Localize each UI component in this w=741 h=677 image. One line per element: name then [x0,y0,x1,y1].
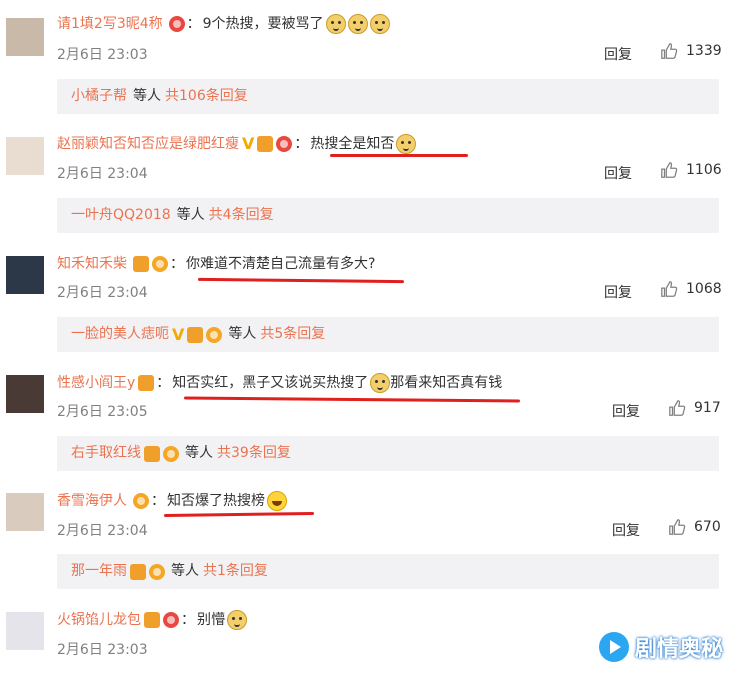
badge-icon [168,16,185,32]
like-count: 1068 [686,281,722,297]
play-logo-icon [598,632,629,662]
sub-reply-user[interactable]: 右手取红线 [71,436,141,471]
avatar[interactable] [6,18,44,56]
doge-emoji-icon [347,14,368,34]
thumbs-up-icon [661,162,678,178]
badge-icon [149,563,165,580]
sub-replies[interactable]: 一叶舟QQ2018 等人 共4条回复 [57,198,719,233]
fan-badge-icon [257,136,274,152]
like-count: 917 [694,400,721,416]
comment-text: 别懵 [197,612,225,628]
sub-reply-user[interactable]: 小橘子帮 [71,79,127,114]
like-count: 1339 [686,43,722,59]
watermark-text: 剧情奥秘 [634,637,723,662]
fan-badge-icon [130,563,146,580]
comment-text: 9个热搜，要被骂了 [202,16,324,32]
comment-time: 2月6日 23:04 [57,166,148,182]
thumbs-up-icon [669,400,686,416]
avatar[interactable] [6,375,44,413]
sub-reply-user[interactable]: 那一年雨 [71,554,127,589]
like-button[interactable]: 1068 [660,280,722,298]
reply-button[interactable]: 回复 [604,163,632,183]
sub-reply-count[interactable]: 共4条回复 [209,198,274,233]
fan-badge-icon [138,375,155,391]
badge-icon [152,256,168,272]
thumbs-up-icon [669,519,686,535]
fan-badge-icon [133,256,149,272]
sub-reply-user[interactable]: 一叶舟QQ2018 [71,198,171,233]
comment-username[interactable]: 赵丽颖知否知否应是绿肥红瘦 [57,134,239,154]
laughing-emoji-icon [267,491,287,511]
fan-badge-icon [144,612,160,628]
like-button[interactable]: 1106 [660,161,722,179]
thumbs-up-icon [661,281,678,297]
comment-time: 2月6日 23:03 [57,642,148,658]
vip-icon: V [242,134,255,153]
badge-icon [133,493,149,509]
comment-text: 热搜全是知否 [310,136,395,152]
comment-text: 知否爆了热搜榜 [167,493,265,509]
watermark-logo: 剧情奥秘 [598,631,723,663]
comment-username[interactable]: 性感小阎王y [57,373,135,393]
sub-replies[interactable]: 那一年雨 等人 共1条回复 [57,554,719,589]
thumbs-up-icon [661,43,678,59]
doge-emoji-icon [227,610,247,630]
avatar[interactable] [6,256,44,294]
badge-icon [276,136,293,152]
comment-text: 知否实红，黑子又该说买热搜了 [172,375,369,391]
comment-username[interactable]: 香雪海伊人 [57,491,127,511]
fan-badge-icon [187,326,204,343]
comment-time: 2月6日 23:05 [57,404,148,420]
sub-reply-count[interactable]: 共1条回复 [203,554,268,589]
comment-text-continued: 那看来知否真有钱 [390,375,503,391]
doge-emoji-icon [325,14,346,34]
sub-reply-user[interactable]: 一脸的美人痣呃 [71,317,169,352]
reply-button[interactable]: 回复 [604,282,632,302]
like-count: 670 [694,519,721,535]
like-count: 1106 [686,162,722,178]
annotation-underline [163,511,315,518]
vip-icon: V [172,324,185,344]
doge-emoji-icon [370,373,391,393]
reply-button[interactable]: 回复 [612,520,640,540]
sub-reply-count[interactable]: 共5条回复 [260,317,325,352]
reply-button[interactable]: 回复 [612,401,640,421]
like-button[interactable]: 1339 [660,42,722,60]
sub-replies[interactable]: 右手取红线 等人 共39条回复 [57,436,719,471]
sub-reply-count[interactable]: 共39条回复 [217,436,291,471]
annotation-underline [183,396,521,403]
sub-replies[interactable]: 一脸的美人痣呃 V 等人 共5条回复 [57,317,719,352]
comment-username[interactable]: 请1填2写3昵4称 [57,14,163,34]
badge-icon [163,612,179,628]
like-button[interactable]: 670 [668,518,721,536]
comment-time: 2月6日 23:03 [57,47,148,63]
comment-time: 2月6日 23:04 [57,523,148,539]
badge-icon [206,326,223,343]
like-button[interactable]: 917 [668,399,721,417]
comment-text: 你难道不清楚自己流量有多大? [186,256,376,272]
comment-time: 2月6日 23:04 [57,285,148,301]
badge-icon [163,445,179,462]
avatar[interactable] [6,137,44,175]
doge-emoji-icon [396,134,417,154]
annotation-underline [330,154,468,157]
sub-replies[interactable]: 小橘子帮 等人 共106条回复 [57,79,719,114]
reply-button[interactable]: 回复 [604,44,632,64]
comment-username[interactable]: 知禾知禾柴 [57,254,127,274]
doge-emoji-icon [369,14,390,34]
avatar[interactable] [6,493,44,531]
fan-badge-icon [144,445,160,462]
sub-reply-count[interactable]: 共106条回复 [165,79,248,114]
avatar[interactable] [6,612,44,650]
annotation-underline [197,277,405,284]
comment-username[interactable]: 火锅馅儿龙包 [57,610,141,630]
